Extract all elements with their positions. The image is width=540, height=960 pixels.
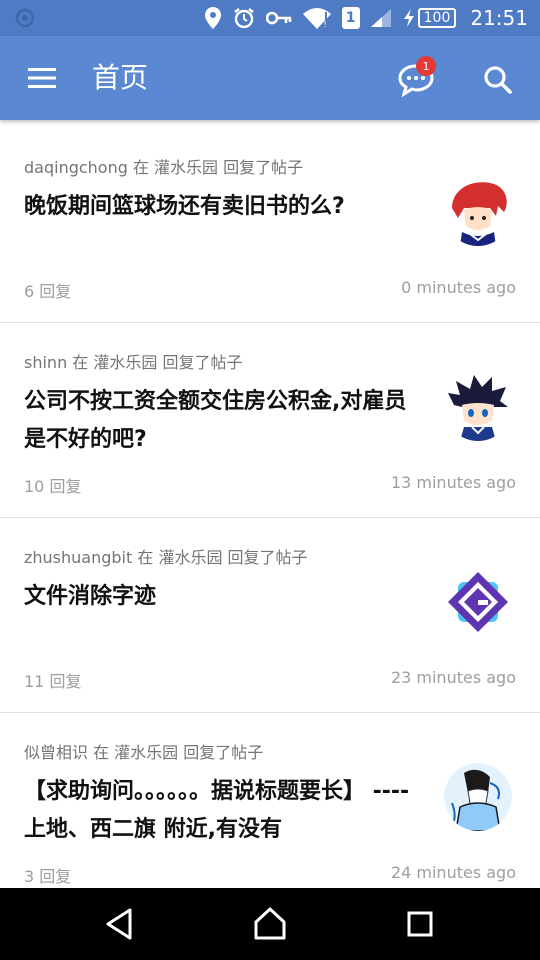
blue-hair-anime-avatar-icon[interactable] <box>444 373 512 441</box>
post-timestamp: 13 minutes ago <box>390 473 516 492</box>
post-timestamp: 0 minutes ago <box>401 278 516 297</box>
menu-button[interactable] <box>22 62 62 94</box>
post-item[interactable]: zhushuangbit 在 灌水乐园 回复了帖子 文件消除字迹 11 回复 2… <box>0 518 540 713</box>
battery-indicator: 100 <box>402 8 457 28</box>
alarm-icon <box>232 6 256 30</box>
red-hair-anime-avatar-icon[interactable] <box>444 178 512 246</box>
post-item[interactable]: shinn 在 灌水乐园 回复了帖子 公司不按工资全额交住房公积金,对雇员是不好… <box>0 323 540 518</box>
page-title: 首页 <box>92 61 149 94</box>
post-meta: 似曾相识 在 灌水乐园 回复了帖子 <box>24 743 264 762</box>
post-timestamp: 24 minutes ago <box>390 863 516 882</box>
post-title: 晚饭期间篮球场还有卖旧书的么? <box>24 194 345 219</box>
app-notification-icon <box>14 7 36 29</box>
post-meta: zhushuangbit 在 灌水乐园 回复了帖子 <box>24 548 308 567</box>
wifi-icon: ! <box>302 6 332 30</box>
recent-apps-square-icon <box>407 911 433 937</box>
post-meta: daqingchong 在 灌水乐园 回复了帖子 <box>24 158 304 177</box>
sketch-character-avatar-icon[interactable] <box>444 763 512 831</box>
post-title: 公司不按工资全额交住房公积金,对雇员是不好的吧? <box>24 389 407 452</box>
post-title: 文件消除字迹 <box>24 584 157 609</box>
svg-text:!: ! <box>323 20 326 29</box>
clock: 21:51 <box>470 6 528 30</box>
post-feed[interactable]: daqingchong 在 灌水乐园 回复了帖子 晚饭期间篮球场还有卖旧书的么?… <box>0 128 540 888</box>
charging-bolt-icon <box>403 9 414 27</box>
hamburger-menu-icon <box>28 68 56 88</box>
reply-count: 6 回复 <box>24 282 72 301</box>
battery-level: 100 <box>417 8 457 28</box>
post-title: 【求助询问。。。。。。据说标题要长】 ----上地、西二旗 附近,有没有 <box>24 779 410 842</box>
post-item[interactable]: 似曾相识 在 灌水乐园 回复了帖子 【求助询问。。。。。。据说标题要长】 ---… <box>0 713 540 888</box>
home-button[interactable] <box>250 904 290 944</box>
post-timestamp: 23 minutes ago <box>390 668 516 687</box>
system-navigation-bar <box>0 888 540 960</box>
vpn-key-icon <box>265 10 292 26</box>
status-bar: ! 1 100 21:51 <box>0 0 540 36</box>
post-meta: shinn 在 灌水乐园 回复了帖子 <box>24 353 243 372</box>
recent-apps-button[interactable] <box>400 904 440 944</box>
back-button[interactable] <box>100 904 140 944</box>
post-item[interactable]: daqingchong 在 灌水乐园 回复了帖子 晚饭期间篮球场还有卖旧书的么?… <box>0 128 540 323</box>
cell-signal-icon <box>370 8 392 28</box>
search-button[interactable] <box>478 60 518 100</box>
search-icon <box>484 66 512 94</box>
back-triangle-icon <box>106 908 132 940</box>
notification-count-badge: 1 <box>416 56 436 76</box>
reply-count: 11 回复 <box>24 672 82 691</box>
location-icon <box>204 6 222 30</box>
reply-count: 3 回复 <box>24 867 72 886</box>
sim-slot-badge: 1 <box>341 7 360 29</box>
purple-diamond-logo-avatar-icon[interactable] <box>444 568 512 636</box>
app-bar: 首页 1 <box>0 36 540 120</box>
reply-count: 10 回复 <box>24 477 82 496</box>
home-icon <box>254 907 286 940</box>
